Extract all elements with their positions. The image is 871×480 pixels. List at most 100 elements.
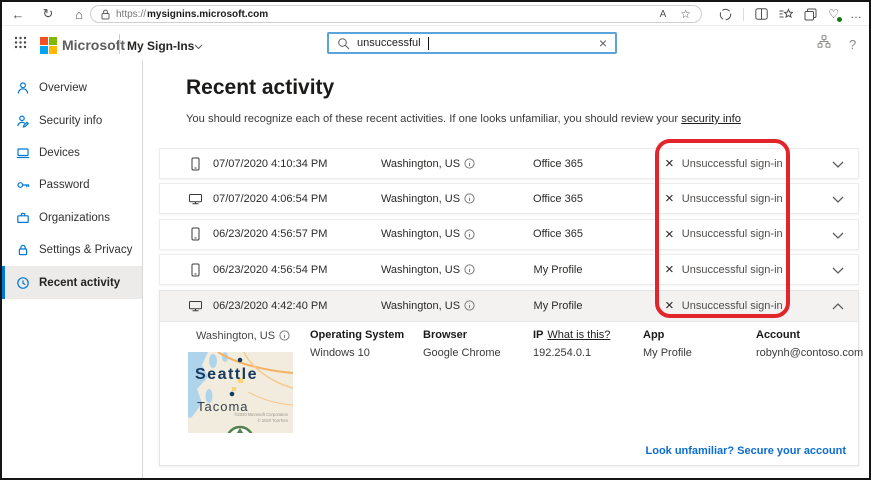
lock-icon — [16, 243, 30, 257]
chevron-up-icon[interactable] — [832, 302, 844, 310]
extensions-icon[interactable] — [719, 8, 732, 21]
row-location: Washington, US — [380, 228, 461, 241]
status-text: Unsuccessful sign-in — [681, 299, 783, 312]
chevron-down-icon[interactable] — [194, 44, 203, 50]
sidebar-item-password[interactable]: Password — [2, 169, 142, 201]
search-input[interactable]: unsuccessful × — [327, 32, 617, 54]
page-title: Recent activity — [186, 76, 335, 99]
person-edit-icon — [16, 114, 30, 128]
activity-row[interactable]: 06/23/2020 4:56:54 PM Washington, US My … — [159, 254, 859, 286]
collections-icon[interactable] — [804, 8, 817, 21]
essentials-badge — [837, 17, 842, 22]
home-icon[interactable]: ⌂ — [69, 2, 89, 26]
chevron-down-icon[interactable] — [832, 232, 844, 239]
info-icon[interactable] — [464, 300, 475, 311]
text-cursor — [427, 36, 429, 50]
info-icon[interactable] — [464, 158, 475, 169]
row-app: Office 365 — [533, 157, 583, 170]
info-icon[interactable] — [464, 264, 475, 275]
chevron-down-icon[interactable] — [832, 161, 844, 168]
map-attribution: ©2020 Microsoft Corporation — [234, 412, 288, 417]
page-subtitle: You should recognize each of these recen… — [186, 113, 741, 125]
split-screen-icon[interactable] — [755, 8, 768, 20]
desktop-device-icon — [186, 299, 204, 313]
sidebar-item-security-info[interactable]: Security info — [2, 104, 142, 136]
brand-name: Microsoft — [62, 37, 125, 53]
add-favorite-icon[interactable]: ☆ — [680, 7, 691, 21]
mobile-device-icon — [186, 157, 204, 171]
microsoft-logo-icon — [40, 37, 57, 54]
status-text: Unsuccessful sign-in — [681, 263, 783, 276]
switch-organization-icon[interactable] — [817, 35, 831, 49]
url-scheme: https:// — [116, 8, 147, 20]
activity-row[interactable]: 07/07/2020 4:10:34 PM Washington, US Off… — [159, 148, 859, 179]
sidebar-item-label: Password — [39, 179, 90, 192]
status-x-icon: × — [665, 190, 674, 208]
browser-toolbar: ← ↻ ⌂ https:// mysignins.microsoft.com A… — [2, 2, 869, 26]
browser-essentials-icon[interactable]: ♡ — [828, 7, 842, 22]
security-info-link[interactable]: security info — [681, 113, 741, 125]
refresh-icon[interactable]: ↻ — [38, 2, 58, 26]
row-app: My Profile — [533, 299, 583, 312]
row-app: My Profile — [533, 263, 583, 276]
detail-account: Account robynh@contoso.com — [756, 328, 864, 359]
detail-os: Operating System Windows 10 — [310, 328, 405, 359]
what-is-this-link[interactable]: What is this? — [547, 329, 610, 341]
laptop-icon — [16, 146, 30, 160]
help-icon[interactable]: ? — [849, 37, 856, 52]
read-aloud-icon[interactable]: A — [660, 9, 667, 20]
lock-icon — [101, 9, 110, 20]
subtitle-text: You should recognize each of these recen… — [186, 113, 682, 125]
history-icon — [16, 276, 30, 290]
settings-more-icon[interactable]: … — [850, 7, 863, 21]
url-domain: mysignins.microsoft.com — [147, 8, 269, 20]
person-icon — [16, 81, 30, 95]
sidebar-item-recent-activity[interactable]: Recent activity — [2, 266, 142, 299]
row-location: Washington, US — [380, 299, 461, 312]
row-location: Washington, US — [380, 192, 461, 205]
activity-row-expanded[interactable]: 06/23/2020 4:42:40 PM Washington, US My … — [160, 290, 858, 322]
sidebar: Overview Security info Devices Password … — [2, 60, 143, 478]
info-icon[interactable] — [279, 330, 290, 341]
info-icon[interactable] — [464, 229, 475, 240]
info-icon[interactable] — [464, 193, 475, 204]
back-icon[interactable]: ← — [8, 2, 28, 26]
location-map[interactable]: Seattle Tacoma ©2020 Microsoft Corporati… — [188, 351, 293, 433]
sidebar-item-label: Devices — [39, 146, 80, 159]
sidebar-item-overview[interactable]: Overview — [2, 72, 142, 104]
sidebar-item-devices[interactable]: Devices — [2, 137, 142, 169]
row-datetime: 07/07/2020 4:06:54 PM — [213, 192, 328, 205]
clear-search-icon[interactable]: × — [599, 36, 607, 50]
status-x-icon: × — [665, 155, 674, 172]
sidebar-item-label: Settings & Privacy — [39, 244, 133, 257]
sidebar-item-organizations[interactable]: Organizations — [2, 202, 142, 234]
chevron-down-icon[interactable] — [832, 196, 844, 204]
status-x-icon: × — [665, 225, 674, 243]
detail-browser: Browser Google Chrome — [423, 328, 501, 359]
status-x-icon: × — [665, 261, 674, 279]
map-city-seattle: Seattle — [195, 366, 258, 383]
status-text: Unsuccessful sign-in — [681, 157, 783, 170]
status-x-icon: × — [665, 297, 674, 315]
row-location: Washington, US — [380, 263, 461, 276]
row-datetime: 06/23/2020 4:42:40 PM — [213, 299, 328, 312]
secure-account-link[interactable]: Look unfamiliar? Secure your account — [646, 445, 847, 457]
chevron-down-icon[interactable] — [832, 267, 844, 275]
row-location: Washington, US — [380, 157, 461, 170]
expanded-activity-card: 06/23/2020 4:42:40 PM Washington, US My … — [159, 289, 863, 466]
favorites-bar-icon[interactable] — [779, 8, 794, 20]
app-title[interactable]: My Sign-Ins — [127, 39, 194, 53]
header-divider — [119, 34, 120, 54]
search-icon — [337, 37, 350, 50]
activity-row[interactable]: 07/07/2020 4:06:54 PM Washington, US Off… — [159, 183, 859, 215]
row-datetime: 06/23/2020 4:56:57 PM — [213, 228, 328, 241]
sidebar-item-settings-privacy[interactable]: Settings & Privacy — [2, 234, 142, 266]
sidebar-item-label: Overview — [39, 82, 87, 95]
activity-detail-panel: Washington, US Seattle Tacoma ©2020 Micr… — [160, 322, 863, 465]
row-app: Office 365 — [533, 192, 583, 205]
detail-ip: IP What is this? 192.254.0.1 — [533, 328, 611, 359]
activity-row[interactable]: 06/23/2020 4:56:57 PM Washington, US Off… — [159, 218, 859, 250]
row-datetime: 06/23/2020 4:56:54 PM — [213, 263, 328, 276]
app-launcher-icon[interactable] — [14, 36, 27, 49]
address-bar[interactable]: https:// mysignins.microsoft.com A ☆ — [90, 5, 702, 23]
